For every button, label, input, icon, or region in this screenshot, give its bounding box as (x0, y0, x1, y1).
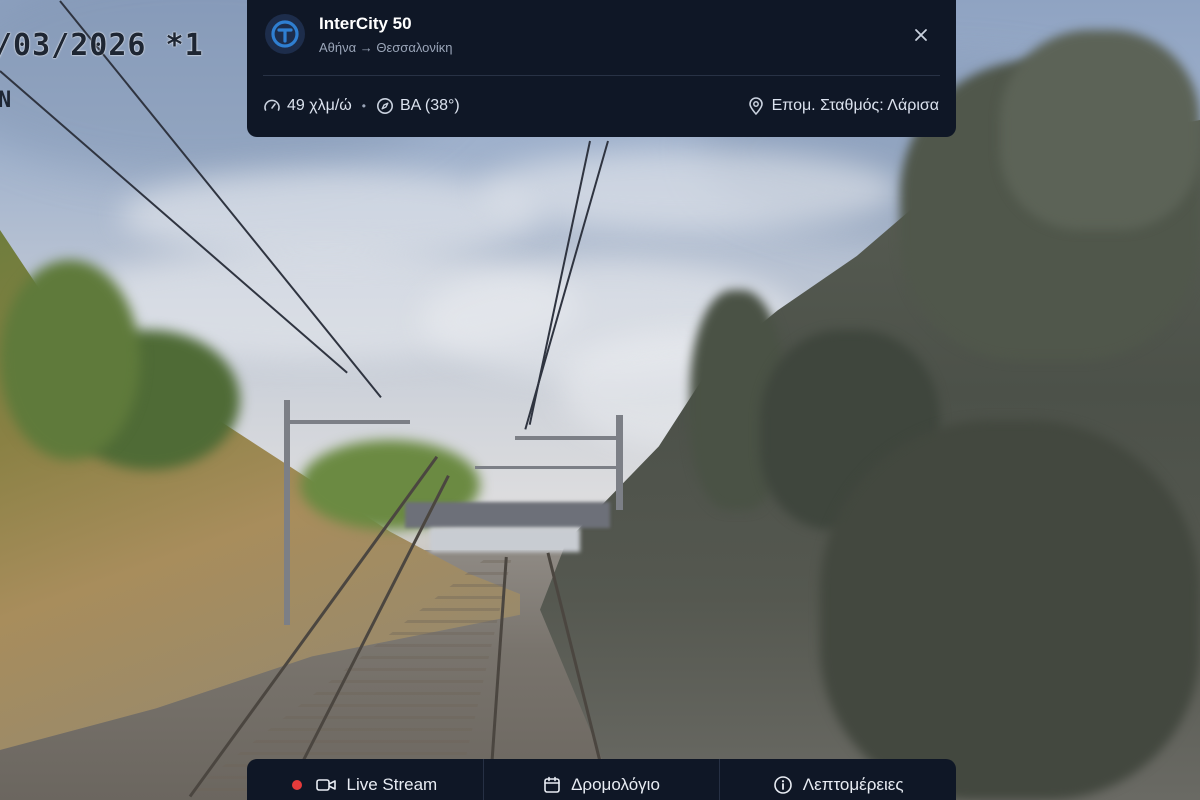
close-icon (914, 28, 928, 42)
train-stats: 49 χλμ/ώ • ΒΑ (38°) (263, 94, 460, 118)
bottom-tab-bar: Live Stream Δρομολόγιο Λεπτομέρειες (247, 759, 956, 800)
speedometer-icon (263, 97, 281, 115)
live-indicator-dot (292, 779, 303, 790)
tab-details-label: Λεπτομέρειες (802, 774, 904, 794)
tab-live-stream-label: Live Stream (346, 774, 438, 794)
video-camera-icon (316, 778, 337, 792)
tab-details[interactable]: Λεπτομέρειες (719, 759, 956, 800)
map-pin-icon (748, 97, 764, 115)
info-icon (773, 775, 793, 795)
calendar-icon (543, 776, 561, 794)
video-overlay-mark: N (0, 88, 12, 113)
train-route: Αθήνα → Θεσσαλονίκη (319, 40, 453, 55)
tab-schedule[interactable]: Δρομολόγιο (482, 759, 720, 800)
next-station: Επομ. Σταθμός: Λάρισα (748, 94, 939, 118)
tab-live-stream[interactable]: Live Stream (247, 759, 483, 800)
train-info-panel: InterCity 50 Αθήνα → Θεσσαλονίκη 49 χλμ/… (247, 0, 956, 137)
stats-separator: • (361, 99, 366, 113)
heading-value: ΒΑ (38°) (400, 97, 460, 114)
next-station-label: Επομ. Σταθμός: Λάρισα (771, 97, 939, 114)
speed-value: 49 χλμ/ώ (287, 97, 352, 114)
train-name: InterCity 50 (319, 14, 412, 33)
train-operator-logo-icon (265, 14, 305, 54)
compass-icon (376, 97, 394, 115)
close-button[interactable] (906, 20, 936, 50)
panel-divider (263, 75, 940, 76)
video-timestamp-overlay: /03/2026 *1 (0, 28, 204, 63)
tab-schedule-label: Δρομολόγιο (571, 774, 660, 794)
